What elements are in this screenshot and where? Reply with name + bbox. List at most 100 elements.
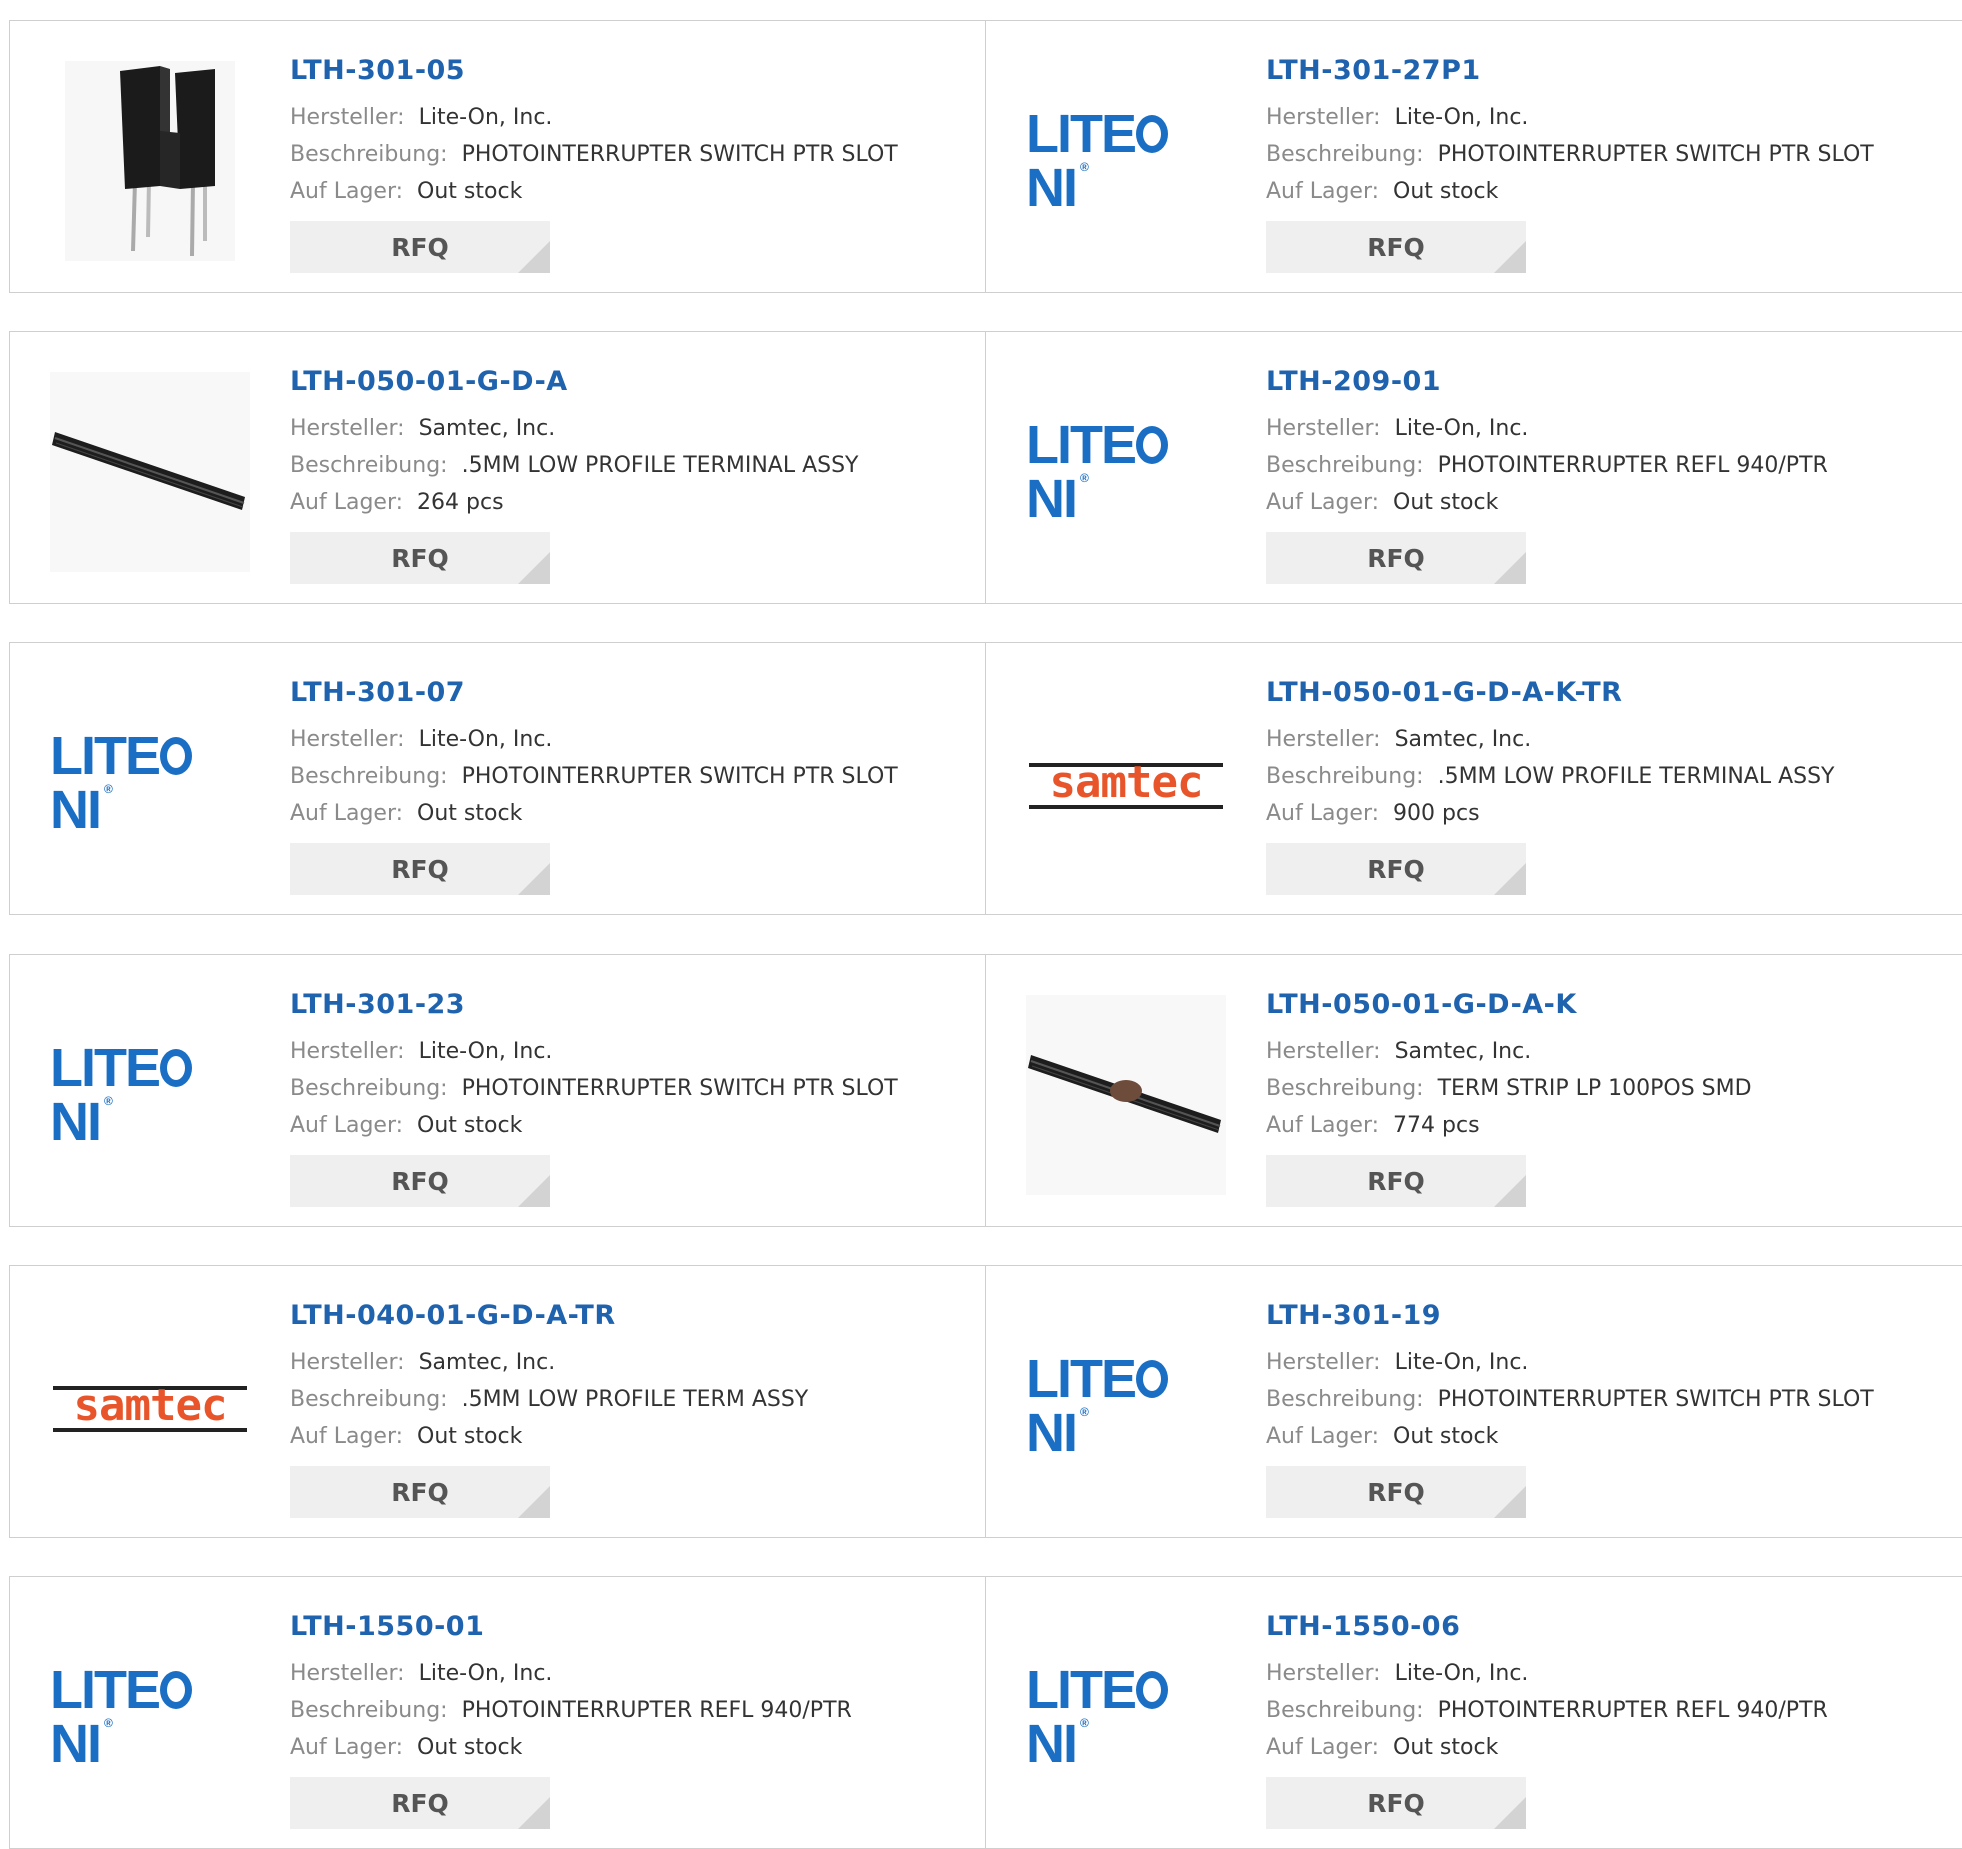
description-value: TERM STRIP LP 100POS SMD xyxy=(1437,1076,1752,1101)
manufacturer-label: Hersteller: xyxy=(290,105,405,130)
part-number-link[interactable]: LTH-301-07 xyxy=(290,673,898,713)
product-image[interactable]: LITENI ® xyxy=(1026,372,1226,572)
rfq-button[interactable]: RFQ xyxy=(290,532,550,584)
manufacturer-line: Hersteller: Lite-On, Inc. xyxy=(290,99,898,136)
description-line: Beschreibung: PHOTOINTERRUPTER SWITCH PTR… xyxy=(290,1070,898,1107)
product-image[interactable]: LITENI ® xyxy=(50,995,250,1195)
description-label: Beschreibung: xyxy=(1266,1387,1424,1412)
rfq-button[interactable]: RFQ xyxy=(1266,221,1526,273)
product-image[interactable] xyxy=(50,372,250,572)
manufacturer-value: Samtec, Inc. xyxy=(1394,1039,1532,1064)
manufacturer-line: Hersteller: Samtec, Inc. xyxy=(290,410,859,447)
product-row: LITENI ® LTH-301-07 Hersteller: Lite-On, Inc… xyxy=(9,642,1962,915)
description-label: Beschreibung: xyxy=(290,1698,448,1723)
part-number-link[interactable]: LTH-301-27P1 xyxy=(1266,51,1874,91)
rfq-button[interactable]: RFQ xyxy=(290,1155,550,1207)
stock-label: Auf Lager: xyxy=(1266,179,1380,204)
description-line: Beschreibung: PHOTOINTERRUPTER SWITCH PTR… xyxy=(290,758,898,795)
part-number-link[interactable]: LTH-301-05 xyxy=(290,51,898,91)
stock-value: Out stock xyxy=(417,801,523,826)
rfq-button[interactable]: RFQ xyxy=(290,221,550,273)
corner-decoration xyxy=(518,1797,550,1829)
rfq-button[interactable]: RFQ xyxy=(1266,1777,1526,1829)
product-card: samtec LTH-040-01-G-D-A-TR Hersteller: Samt… xyxy=(10,1266,986,1537)
product-image[interactable]: LITENI ® xyxy=(50,1617,250,1817)
description-value: .5MM LOW PROFILE TERM ASSY xyxy=(461,1387,809,1412)
product-image[interactable] xyxy=(1026,995,1226,1195)
product-card: LITENI ® LTH-1550-06 Hersteller: Lite-On, In… xyxy=(986,1577,1962,1848)
product-row: LTH-050-01-G-D-A Hersteller: Samtec, Inc. B… xyxy=(9,331,1962,604)
part-number-link[interactable]: LTH-301-23 xyxy=(290,985,898,1025)
corner-decoration xyxy=(518,552,550,584)
product-image[interactable]: LITENI ® xyxy=(1026,1617,1226,1817)
rfq-label: RFQ xyxy=(391,543,449,573)
part-number-link[interactable]: LTH-050-01-G-D-A-K-TR xyxy=(1266,673,1835,713)
stock-line: Auf Lager: Out stock xyxy=(1266,173,1874,210)
corner-decoration xyxy=(1494,863,1526,895)
part-number-link[interactable]: LTH-209-01 xyxy=(1266,362,1828,402)
product-image[interactable]: LITENI ® xyxy=(1026,1306,1226,1506)
rfq-button[interactable]: RFQ xyxy=(290,1466,550,1518)
manufacturer-value: Lite-On, Inc. xyxy=(418,105,553,130)
corner-decoration xyxy=(518,1175,550,1207)
stock-label: Auf Lager: xyxy=(1266,1424,1380,1449)
description-value: PHOTOINTERRUPTER REFL 940/PTR xyxy=(461,1698,852,1723)
product-image[interactable]: LITENI ® xyxy=(50,683,250,883)
product-card: samtec LTH-050-01-G-D-A-K-TR Hersteller: Sa… xyxy=(986,643,1962,914)
liteon-logo: LITENI ® xyxy=(1026,107,1226,215)
manufacturer-label: Hersteller: xyxy=(290,416,405,441)
stock-label: Auf Lager: xyxy=(290,179,404,204)
manufacturer-line: Hersteller: Samtec, Inc. xyxy=(1266,1033,1752,1070)
product-image[interactable]: LITENI ® xyxy=(1026,61,1226,261)
stock-line: Auf Lager: Out stock xyxy=(290,1418,808,1455)
stock-line: Auf Lager: Out stock xyxy=(1266,1729,1828,1766)
part-number-link[interactable]: LTH-040-01-G-D-A-TR xyxy=(290,1296,808,1336)
rfq-button[interactable]: RFQ xyxy=(290,1777,550,1829)
rfq-label: RFQ xyxy=(1367,1477,1425,1507)
manufacturer-line: Hersteller: Samtec, Inc. xyxy=(290,1344,808,1381)
manufacturer-line: Hersteller: Lite-On, Inc. xyxy=(1266,1655,1828,1692)
part-number-link[interactable]: LTH-301-19 xyxy=(1266,1296,1874,1336)
manufacturer-value: Lite-On, Inc. xyxy=(1394,416,1529,441)
description-label: Beschreibung: xyxy=(290,453,448,478)
product-card: LITENI ® LTH-301-07 Hersteller: Lite-On, Inc… xyxy=(10,643,986,914)
corner-decoration xyxy=(1494,1797,1526,1829)
rfq-label: RFQ xyxy=(391,232,449,262)
stock-line: Auf Lager: 264 pcs xyxy=(290,484,859,521)
description-label: Beschreibung: xyxy=(290,764,448,789)
terminal-strip-image xyxy=(50,372,250,572)
stock-label: Auf Lager: xyxy=(290,1113,404,1138)
rfq-label: RFQ xyxy=(1367,1166,1425,1196)
rfq-button[interactable]: RFQ xyxy=(1266,1155,1526,1207)
manufacturer-value: Lite-On, Inc. xyxy=(1394,105,1529,130)
stock-line: Auf Lager: 774 pcs xyxy=(1266,1107,1752,1144)
manufacturer-value: Samtec, Inc. xyxy=(1394,727,1532,752)
part-number-link[interactable]: LTH-050-01-G-D-A xyxy=(290,362,859,402)
rfq-button[interactable]: RFQ xyxy=(1266,532,1526,584)
description-label: Beschreibung: xyxy=(1266,142,1424,167)
stock-value: Out stock xyxy=(1393,179,1499,204)
part-number-link[interactable]: LTH-050-01-G-D-A-K xyxy=(1266,985,1752,1025)
rfq-button[interactable]: RFQ xyxy=(1266,843,1526,895)
samtec-logo: samtec xyxy=(53,1378,247,1434)
rfq-label: RFQ xyxy=(391,1788,449,1818)
stock-value: Out stock xyxy=(1393,1735,1499,1760)
description-line: Beschreibung: TERM STRIP LP 100POS SMD xyxy=(1266,1070,1752,1107)
rfq-label: RFQ xyxy=(391,1166,449,1196)
product-image[interactable]: samtec xyxy=(1026,683,1226,883)
stock-value: Out stock xyxy=(417,179,523,204)
stock-value: 774 pcs xyxy=(1393,1113,1480,1138)
rfq-button[interactable]: RFQ xyxy=(290,843,550,895)
product-image[interactable] xyxy=(50,61,250,261)
stock-label: Auf Lager: xyxy=(290,801,404,826)
description-label: Beschreibung: xyxy=(290,1387,448,1412)
liteon-logo: LITENI ® xyxy=(1026,418,1226,526)
description-label: Beschreibung: xyxy=(1266,764,1424,789)
part-number-link[interactable]: LTH-1550-06 xyxy=(1266,1607,1828,1647)
rfq-button[interactable]: RFQ xyxy=(1266,1466,1526,1518)
description-value: PHOTOINTERRUPTER REFL 940/PTR xyxy=(1437,1698,1828,1723)
part-number-link[interactable]: LTH-1550-01 xyxy=(290,1607,852,1647)
manufacturer-value: Lite-On, Inc. xyxy=(1394,1661,1529,1686)
manufacturer-line: Hersteller: Lite-On, Inc. xyxy=(1266,1344,1874,1381)
product-image[interactable]: samtec xyxy=(50,1306,250,1506)
